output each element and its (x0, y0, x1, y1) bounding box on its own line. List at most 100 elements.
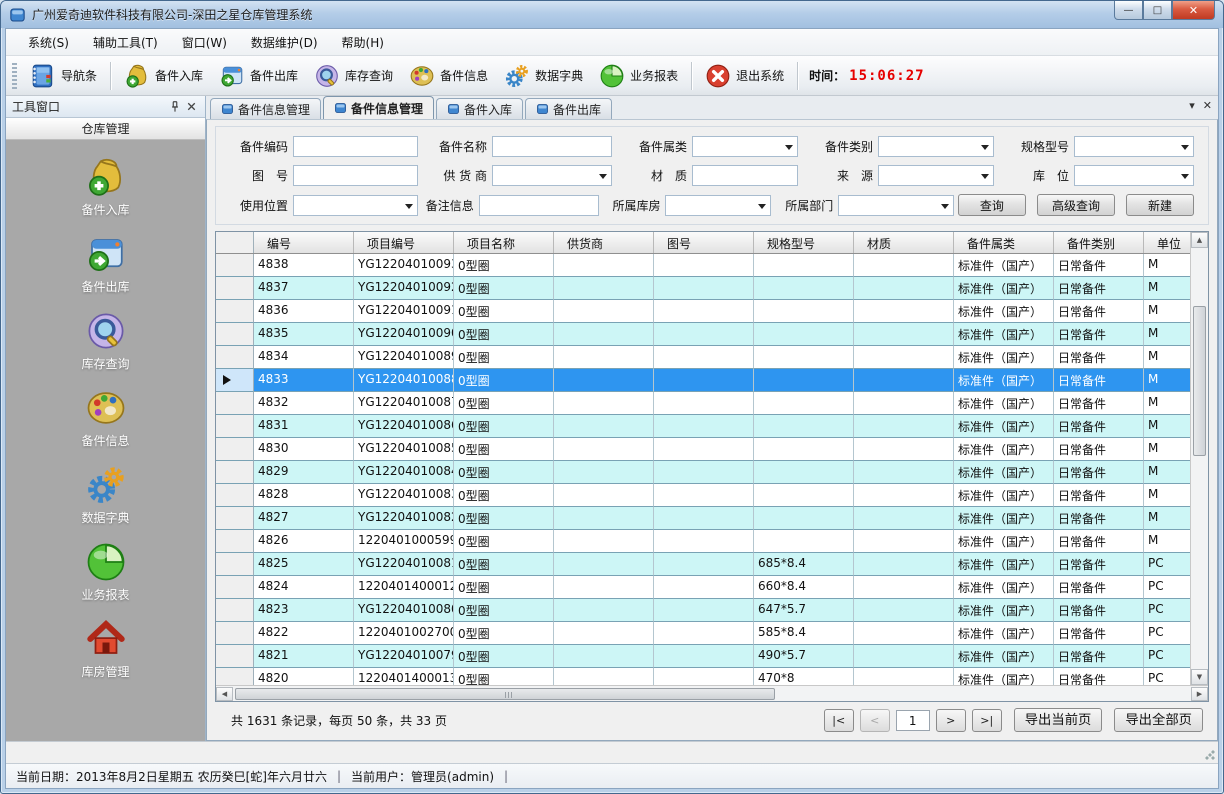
column-header[interactable]: 项目编号 (354, 232, 454, 253)
column-header[interactable]: 项目名称 (454, 232, 554, 253)
scroll-left-icon[interactable]: ◀ (216, 687, 233, 701)
column-header[interactable]: 材质 (854, 232, 954, 253)
column-header[interactable]: 图号 (654, 232, 754, 253)
minimize-button[interactable]: — (1114, 1, 1143, 20)
title-bar[interactable]: 广州爱奇迪软件科技有限公司-深田之星仓库管理系统 — □ ✕ (1, 1, 1223, 28)
row-selector[interactable] (216, 668, 254, 685)
row-selector[interactable] (216, 507, 254, 530)
column-header[interactable]: 编号 (254, 232, 354, 253)
row-selector[interactable] (216, 438, 254, 461)
close-button[interactable]: ✕ (1172, 1, 1215, 20)
table-row[interactable]: 4829 YG12204010084 0型圈 标准件（国产） (216, 461, 1190, 484)
row-selector[interactable] (216, 622, 254, 645)
toolbar-stock-query-button[interactable]: 库存查询 (306, 59, 401, 93)
row-selector[interactable] (216, 484, 254, 507)
table-row[interactable]: 4820 1220401400013 0型圈 470*8 标准件（国产） (216, 668, 1190, 685)
table-row[interactable]: 4830 YG12204010085 0型圈 标准件（国产） (216, 438, 1190, 461)
row-selector[interactable] (216, 346, 254, 369)
table-row[interactable]: 4825 YG12204010081 0型圈 685*8.4 标准件（国产） (216, 553, 1190, 576)
row-selector[interactable] (216, 323, 254, 346)
horizontal-scroll-thumb[interactable] (235, 688, 775, 700)
column-header[interactable]: 规格型号 (754, 232, 854, 253)
sidebar-item-stock-query[interactable]: 库存查询 (46, 310, 166, 372)
query-button[interactable]: 查询 (958, 194, 1026, 216)
column-header[interactable]: 供货商 (554, 232, 654, 253)
table-row[interactable]: 4835 YG12204010090 0型圈 标准件（国产） (216, 323, 1190, 346)
row-selector[interactable] (216, 599, 254, 622)
vertical-scrollbar[interactable]: ▲ ▼ (1190, 232, 1208, 685)
prev-page-button[interactable]: < (860, 709, 890, 732)
table-row[interactable]: 4827 YG12204010082 0型圈 标准件（国产） (216, 507, 1190, 530)
vertical-scroll-thumb[interactable] (1193, 306, 1206, 456)
table-row[interactable]: 4837 YG12204010092 0型圈 标准件（国产） (216, 277, 1190, 300)
figure-no-input[interactable] (293, 165, 418, 186)
material-input[interactable] (692, 165, 798, 186)
first-page-button[interactable]: |< (824, 709, 854, 732)
source-combo[interactable] (878, 165, 994, 186)
scroll-down-icon[interactable]: ▼ (1191, 669, 1208, 685)
toolbar-navbar-button[interactable]: 导航条 (22, 59, 105, 93)
sidebar-item-parts-inbound[interactable]: 备件入库 (46, 156, 166, 218)
menu-data-maintenance[interactable]: 数据维护(D) (239, 30, 330, 55)
row-selector[interactable] (216, 530, 254, 553)
table-row[interactable]: 4826 1220401000599 0型圈 标准件（国产） (216, 530, 1190, 553)
table-row[interactable]: 4824 1220401400012 0型圈 660*8.4 标准件（国产） (216, 576, 1190, 599)
spec-model-combo[interactable] (1074, 136, 1194, 157)
advanced-query-button[interactable]: 高级查询 (1037, 194, 1115, 216)
table-row[interactable]: 4821 YG12204010079 0型圈 490*5.7 标准件（国产） (216, 645, 1190, 668)
row-selector[interactable] (216, 392, 254, 415)
new-button[interactable]: 新建 (1126, 194, 1194, 216)
table-row[interactable]: 4834 YG12204010089 0型圈 标准件（国产） (216, 346, 1190, 369)
toolbar-parts-inbound-button[interactable]: 备件入库 (116, 59, 211, 93)
tab-parts-info-mgmt-1[interactable]: 备件信息管理 (210, 98, 321, 119)
page-number-input[interactable]: 1 (896, 710, 930, 731)
table-row[interactable]: 4836 YG12204010091 0型圈 标准件（国产） (216, 300, 1190, 323)
row-selector[interactable] (216, 254, 254, 277)
row-selector[interactable] (216, 415, 254, 438)
column-header-selector[interactable] (216, 232, 254, 253)
toolbar-exit-button[interactable]: 退出系统 (697, 59, 792, 93)
row-selector[interactable] (216, 369, 254, 392)
row-selector[interactable] (216, 645, 254, 668)
sidebar-item-parts-outbound[interactable]: 备件出库 (46, 233, 166, 295)
toolbar-business-report-button[interactable]: 业务报表 (591, 59, 686, 93)
table-row[interactable]: 4828 YG12204010083 0型圈 标准件（国产） (216, 484, 1190, 507)
location-combo[interactable] (1074, 165, 1194, 186)
toolbar-parts-info-button[interactable]: 备件信息 (401, 59, 496, 93)
row-selector[interactable] (216, 277, 254, 300)
column-header[interactable]: 单位 (1144, 232, 1190, 253)
department-combo[interactable] (838, 195, 954, 216)
column-header[interactable]: 备件类别 (1054, 232, 1144, 253)
supplier-combo[interactable] (492, 165, 612, 186)
warehouse-combo[interactable] (665, 195, 771, 216)
row-selector[interactable] (216, 576, 254, 599)
menu-aux-tools[interactable]: 辅助工具(T) (81, 30, 170, 55)
remark-input[interactable] (479, 195, 599, 216)
scroll-up-icon[interactable]: ▲ (1191, 232, 1208, 248)
part-class-combo[interactable] (878, 136, 994, 157)
tab-parts-info-mgmt-2-active[interactable]: 备件信息管理 (323, 96, 434, 119)
next-page-button[interactable]: > (936, 709, 966, 732)
table-row[interactable]: 4822 1220401002700 0型圈 585*8.4 标准件（国产） (216, 622, 1190, 645)
toolbar-grip[interactable] (12, 63, 17, 89)
tab-parts-inbound[interactable]: 备件入库 (436, 98, 523, 119)
row-selector[interactable] (216, 300, 254, 323)
part-code-input[interactable] (293, 136, 418, 157)
sidebar-item-data-dictionary[interactable]: 数据字典 (46, 464, 166, 526)
pin-icon[interactable] (167, 99, 183, 115)
sidebar-item-business-report[interactable]: 业务报表 (46, 541, 166, 603)
usage-position-combo[interactable] (293, 195, 418, 216)
close-icon[interactable] (183, 99, 199, 115)
table-row[interactable]: 4823 YG12204010080 0型圈 647*5.7 标准件（国产） (216, 599, 1190, 622)
part-name-input[interactable] (492, 136, 612, 157)
row-selector[interactable] (216, 461, 254, 484)
table-row[interactable]: 4831 YG12204010086 0型圈 标准件（国产） (216, 415, 1190, 438)
menu-window[interactable]: 窗口(W) (170, 30, 239, 55)
export-all-pages-button[interactable]: 导出全部页 (1114, 708, 1203, 732)
column-header[interactable]: 备件属类 (954, 232, 1054, 253)
maximize-button[interactable]: □ (1143, 1, 1172, 20)
chevron-down-icon[interactable]: ▾ (1189, 100, 1195, 112)
table-row[interactable]: 4838 YG12204010093 0型圈 标准件（国产） (216, 254, 1190, 277)
table-row[interactable]: 4833 YG12204010088 0型圈 标准件（国产） (216, 369, 1190, 392)
close-icon[interactable]: ✕ (1203, 100, 1212, 112)
